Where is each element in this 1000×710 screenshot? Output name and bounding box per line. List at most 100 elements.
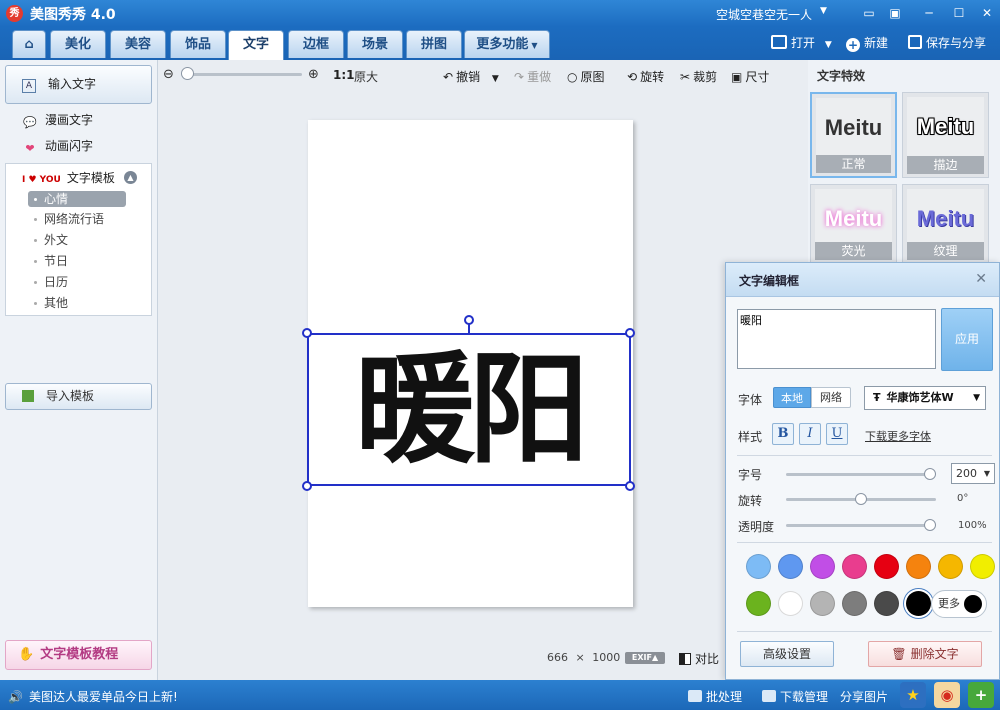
opacity-slider[interactable] — [786, 524, 936, 527]
zoom-slider[interactable] — [187, 73, 302, 76]
template-category-other[interactable]: 其他 — [28, 295, 126, 311]
color-swatch[interactable] — [842, 591, 867, 616]
more-colors-button[interactable]: 更多 — [931, 590, 987, 618]
undo-dropdown-icon[interactable]: ▼ — [492, 74, 499, 84]
color-swatch[interactable] — [970, 554, 995, 579]
original-image-button[interactable]: ○ 原图 — [567, 68, 605, 85]
color-swatch[interactable] — [746, 591, 771, 616]
batch-process-button[interactable]: 批处理 — [688, 688, 742, 705]
add-icon[interactable]: + — [968, 682, 994, 708]
underline-button[interactable]: U — [826, 423, 848, 445]
text-template-header[interactable]: I ♥ YOU 文字模板 — [22, 169, 115, 186]
skin-icon[interactable]: ▣ — [886, 4, 904, 22]
maximize-icon[interactable]: ☐ — [950, 4, 968, 22]
rotate-button[interactable]: ⟲ 旋转 — [627, 68, 664, 85]
bold-button[interactable]: B — [772, 423, 794, 445]
open-dropdown-icon[interactable]: ▼ — [825, 40, 832, 50]
template-category-holiday[interactable]: 节日 — [28, 253, 126, 269]
apply-button[interactable]: 应用 — [941, 308, 993, 371]
new-button[interactable]: + 新建 — [846, 33, 888, 53]
delete-text-button[interactable]: 🗑 删除文字 — [868, 641, 982, 667]
italic-button[interactable]: I — [799, 423, 821, 445]
comic-text-item[interactable]: 💬 漫画文字 — [22, 111, 93, 129]
tab-beautify[interactable]: 美化 — [50, 30, 106, 58]
resize-handle-top-left[interactable] — [302, 328, 312, 338]
animated-text-item[interactable]: ❤ 动画闪字 — [22, 137, 93, 155]
crop-button[interactable]: ✂ 裁剪 — [680, 68, 717, 85]
tab-collage[interactable]: 拼图 — [406, 30, 462, 58]
advanced-settings-button[interactable]: 高级设置 — [740, 641, 834, 667]
color-swatch[interactable] — [746, 554, 771, 579]
resize-handle-top-right[interactable] — [625, 328, 635, 338]
color-swatch[interactable] — [842, 554, 867, 579]
input-text-button[interactable]: A 输入文字 — [5, 65, 152, 104]
input-text-label: 输入文字 — [48, 77, 97, 91]
import-template-button[interactable]: 导入模板 — [5, 383, 152, 410]
tab-accessories[interactable]: 饰品 — [170, 30, 226, 58]
resize-button[interactable]: ▣ 尺寸 — [731, 68, 769, 85]
color-swatch[interactable] — [778, 554, 803, 579]
user-name[interactable]: 空城空巷空无一人 — [716, 6, 812, 23]
redo-button[interactable]: ↷ 重做 — [514, 68, 551, 85]
tab-beauty[interactable]: 美容 — [110, 30, 166, 58]
close-icon[interactable]: ✕ — [978, 4, 996, 22]
zoom-in-icon[interactable]: ⊕ — [308, 67, 319, 82]
tab-frame[interactable]: 边框 — [288, 30, 344, 58]
color-swatch[interactable] — [874, 554, 899, 579]
compare-button[interactable]: 对比 — [679, 650, 719, 667]
undo-button[interactable]: ↶ 撤销 ▼ — [443, 68, 499, 85]
template-category-foreign[interactable]: 外文 — [28, 232, 126, 248]
font-local-toggle[interactable]: 本地 — [773, 387, 811, 408]
resize-icon: ▣ — [731, 70, 743, 84]
color-swatch[interactable] — [938, 554, 963, 579]
size-select[interactable]: 200 ▼ — [951, 463, 995, 484]
open-button[interactable]: 打开 ▼ — [771, 33, 832, 55]
rotate-slider-thumb[interactable] — [855, 493, 867, 505]
ratio-label[interactable]: 1:1 — [333, 68, 355, 82]
collapse-icon[interactable]: ▲ — [124, 171, 137, 184]
text-input[interactable]: 暖阳 — [737, 309, 936, 369]
effect-stroke[interactable]: Meitu 描边 — [902, 92, 989, 178]
color-swatch[interactable] — [906, 591, 931, 616]
template-category-mood[interactable]: 心情 — [28, 191, 126, 207]
color-swatch[interactable] — [778, 591, 803, 616]
tab-more-features[interactable]: 更多功能 ▼ — [464, 30, 550, 58]
template-category-internet-slang[interactable]: 网络流行语 — [28, 211, 126, 227]
minimize-icon[interactable]: ─ — [920, 4, 938, 22]
original-size-button[interactable]: 原大 — [354, 68, 378, 85]
resize-handle-bottom-left[interactable] — [302, 481, 312, 491]
tab-home[interactable]: ⌂ — [12, 30, 46, 58]
editor-close-icon[interactable]: ✕ — [975, 271, 987, 287]
template-tutorial-button[interactable]: ✋ 文字模板教程 — [5, 640, 152, 670]
rotate-handle[interactable] — [464, 315, 474, 325]
zoom-out-icon[interactable]: ⊖ — [163, 67, 174, 82]
zoom-slider-thumb[interactable] — [181, 67, 194, 80]
download-manager-button[interactable]: 下载管理 — [762, 688, 828, 705]
font-network-toggle[interactable]: 网络 — [811, 387, 851, 408]
user-dropdown-icon[interactable]: ▼ — [820, 6, 827, 16]
share-image-button[interactable]: 分享图片 — [840, 688, 888, 705]
effect-texture[interactable]: Meitu 纹理 — [902, 184, 989, 264]
resize-handle-bottom-right[interactable] — [625, 481, 635, 491]
feedback-icon[interactable]: ▭ — [860, 4, 878, 22]
effect-normal[interactable]: Meitu 正常 — [810, 92, 897, 178]
opacity-slider-thumb[interactable] — [924, 519, 936, 531]
color-swatch[interactable] — [906, 554, 931, 579]
color-swatch[interactable] — [810, 554, 835, 579]
color-swatch[interactable] — [810, 591, 835, 616]
template-category-calendar[interactable]: 日历 — [28, 274, 126, 290]
exif-button[interactable]: EXIF▲ — [625, 652, 665, 664]
tab-text[interactable]: 文字 — [228, 30, 284, 60]
size-slider[interactable] — [786, 473, 936, 476]
tab-scene[interactable]: 场景 — [347, 30, 403, 58]
effect-glow[interactable]: Meitu 荧光 — [810, 184, 897, 264]
size-slider-thumb[interactable] — [924, 468, 936, 480]
news-ticker[interactable]: 🔊 美图达人最爱单品今日上新! — [8, 688, 178, 705]
font-select[interactable]: Ŧ 华康饰艺体W ▼ — [864, 386, 986, 410]
download-more-fonts-link[interactable]: 下载更多字体 — [865, 428, 931, 444]
text-object[interactable]: 暖阳 — [307, 333, 631, 486]
weibo-icon[interactable]: ◉ — [934, 682, 960, 708]
color-swatch[interactable] — [874, 591, 899, 616]
qzone-star-icon[interactable]: ★ — [900, 682, 926, 708]
save-share-button[interactable]: 保存与分享 — [908, 33, 986, 53]
